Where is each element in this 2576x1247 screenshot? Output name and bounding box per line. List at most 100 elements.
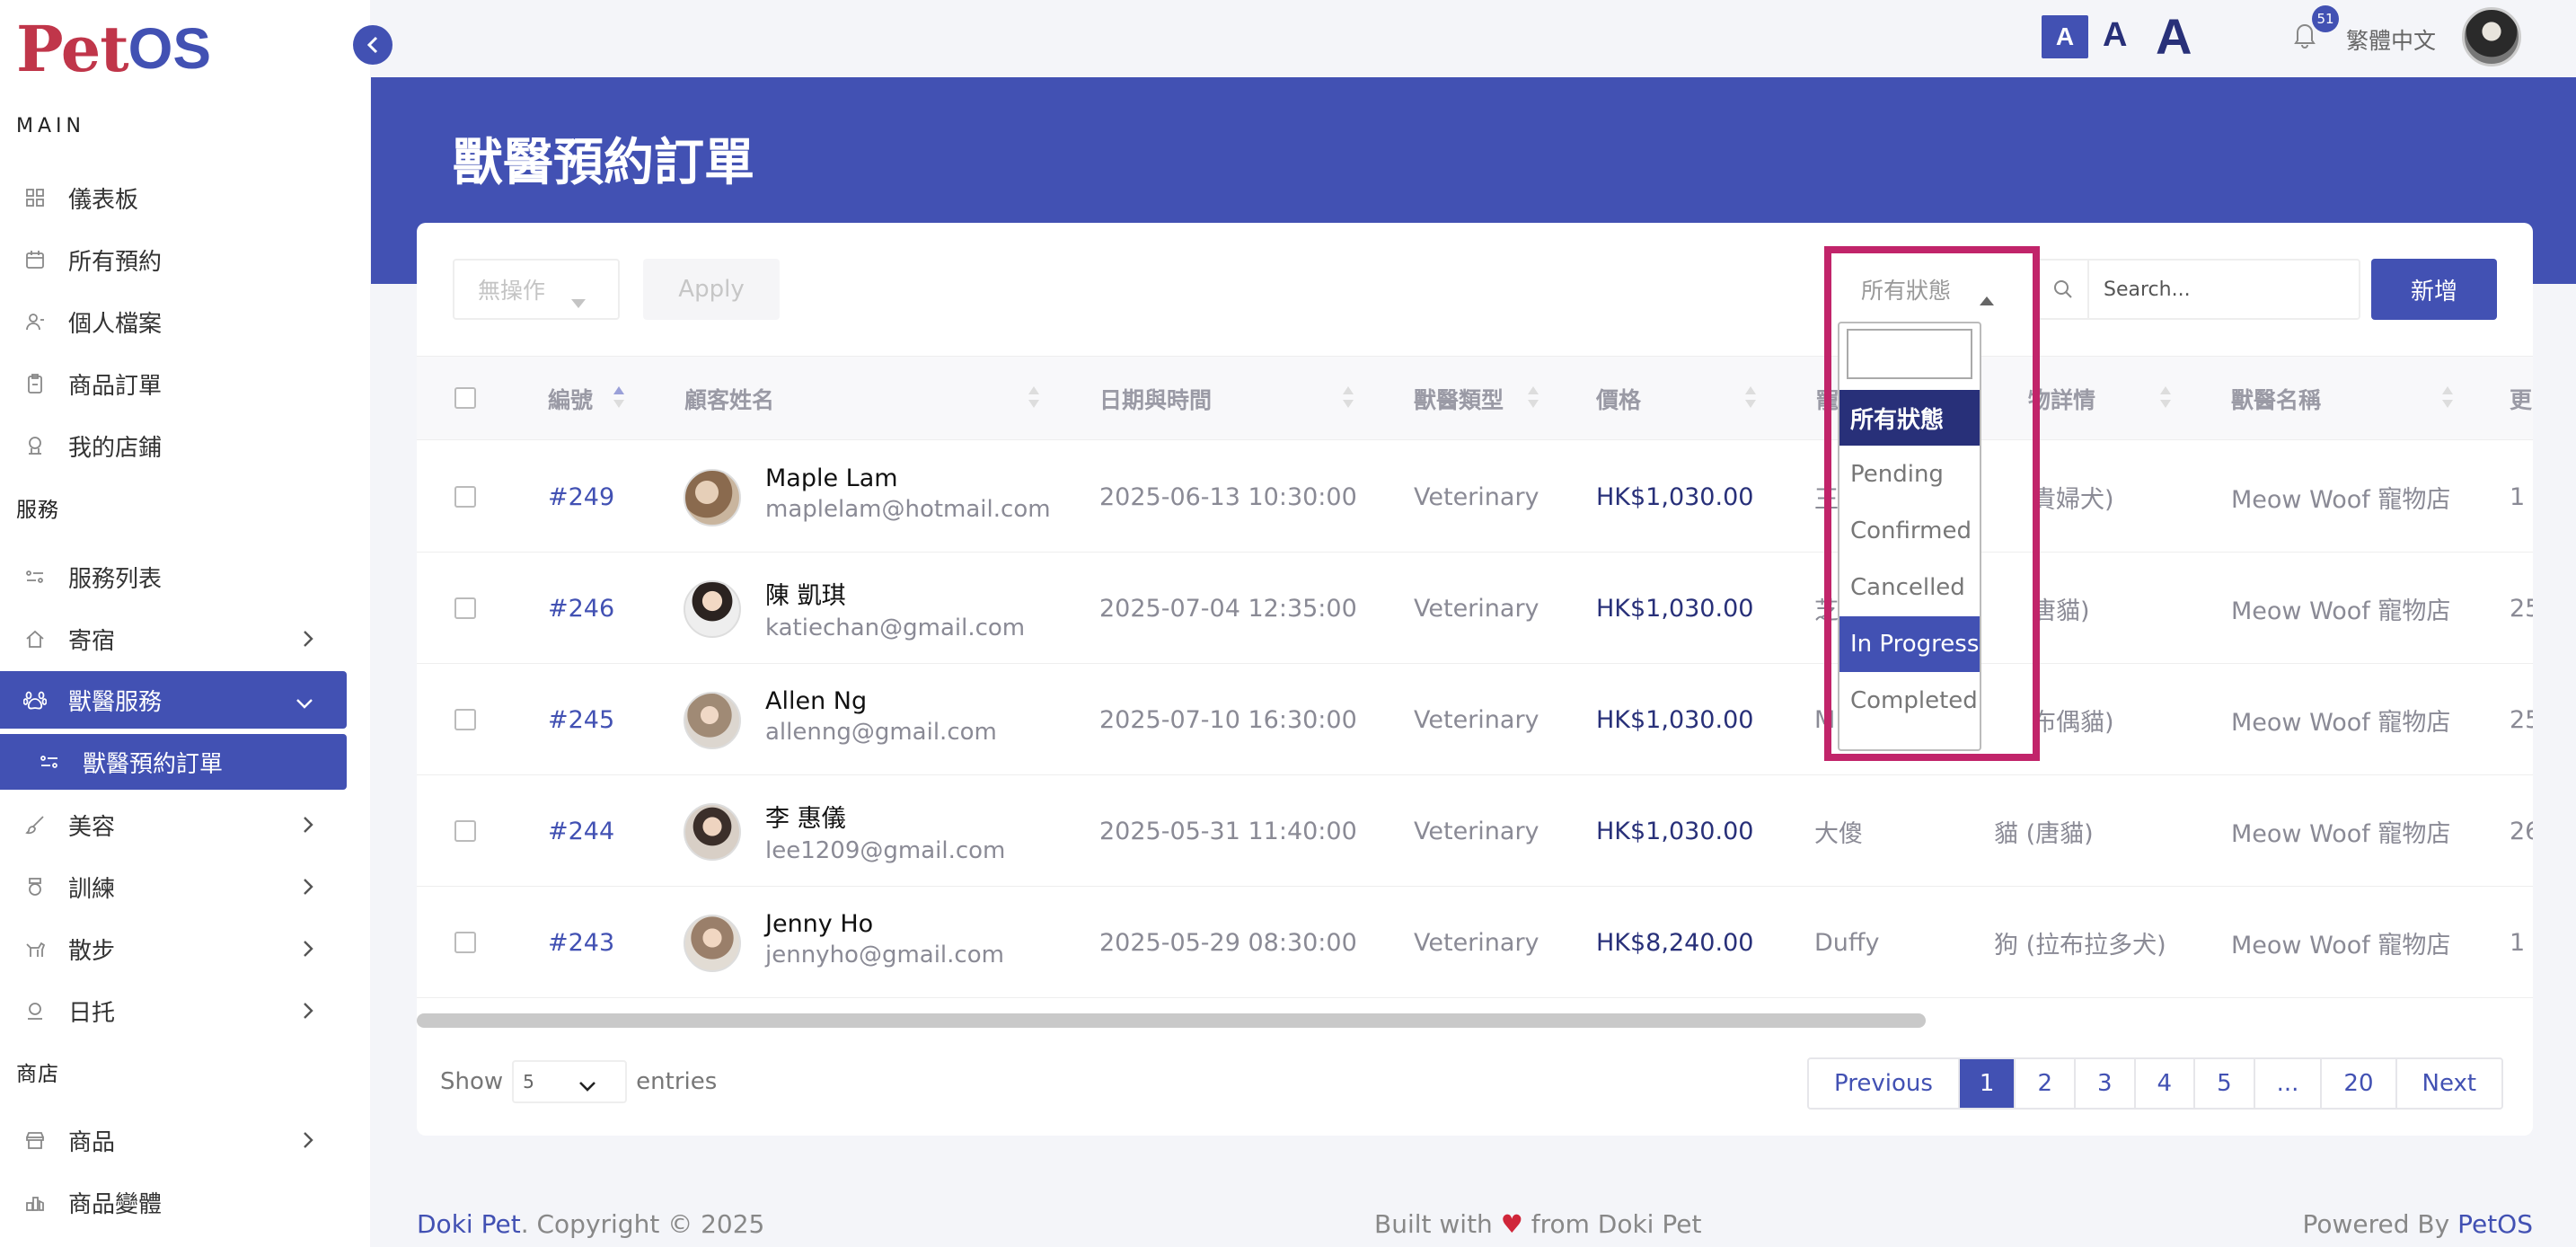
sidebar-item-daycare[interactable]: 日托 bbox=[0, 982, 347, 1039]
sidebar-item-training[interactable]: 訓練 bbox=[0, 858, 347, 915]
sort-icon[interactable] bbox=[1744, 385, 1757, 412]
select-all-checkbox[interactable] bbox=[454, 387, 476, 409]
datetime-cell: 2025-05-29 08:30:00 bbox=[1099, 928, 1357, 957]
bulk-action-value: 無操作 bbox=[478, 278, 546, 304]
order-id-link[interactable]: #249 bbox=[548, 441, 614, 553]
footer-powered-by: Powered By PetOS bbox=[2302, 1209, 2533, 1239]
sidebar-item-veterinary[interactable]: 獸醫服務 bbox=[0, 671, 347, 729]
column-header-pet[interactable]: 寵 bbox=[1816, 357, 1839, 441]
font-size-large-button[interactable]: A bbox=[2156, 7, 2192, 66]
sidebar-item-label: 獸醫預約訂單 bbox=[83, 750, 224, 778]
sidebar-item-walking[interactable]: 散步 bbox=[0, 920, 347, 977]
sidebar-toggle-button[interactable] bbox=[353, 25, 393, 65]
logo-pet: Pet bbox=[16, 11, 129, 86]
sidebar-item-boarding[interactable]: 寄宿 bbox=[0, 610, 347, 668]
column-header-vet-type[interactable]: 獸醫類型 bbox=[1414, 357, 1504, 441]
status-option-in-progress[interactable]: In Progress bbox=[1839, 616, 1980, 672]
status-filter-select[interactable]: 所有狀態 bbox=[1838, 259, 2033, 320]
order-id-link[interactable]: #246 bbox=[548, 553, 614, 664]
customer-info: Jenny Ho jennyho@gmail.com bbox=[765, 910, 1004, 968]
status-option-confirmed[interactable]: Confirmed bbox=[1839, 503, 1980, 559]
previous-page-button[interactable]: Previous bbox=[1809, 1059, 1960, 1108]
sort-icon[interactable] bbox=[2159, 385, 2172, 412]
sidebar-item-dashboard[interactable]: 儀表板 bbox=[0, 169, 347, 226]
row-checkbox[interactable] bbox=[454, 709, 476, 730]
sort-icon[interactable] bbox=[1028, 385, 1040, 412]
chevron-right-icon bbox=[302, 1129, 314, 1156]
status-option-completed[interactable]: Completed bbox=[1839, 673, 1980, 729]
sidebar-item-vet-appointment-orders[interactable]: 獸醫預約訂單 bbox=[0, 734, 347, 790]
next-page-button[interactable]: Next bbox=[2397, 1059, 2502, 1108]
apply-button[interactable]: Apply bbox=[643, 259, 780, 320]
row-checkbox[interactable] bbox=[454, 597, 476, 619]
page-button-3[interactable]: 3 bbox=[2076, 1059, 2136, 1108]
sidebar-item-all-bookings[interactable]: 所有預約 bbox=[0, 231, 347, 288]
sort-icon[interactable] bbox=[1527, 385, 1539, 412]
customer-info: Maple Lam maplelam@hotmail.com bbox=[765, 464, 1051, 523]
sidebar: Pet OS MAIN 儀表板 所有預約 個人檔案 商品訂單 我的店鋪 服務 服務… bbox=[0, 0, 370, 1247]
row-checkbox[interactable] bbox=[454, 486, 476, 508]
pet-details-cell: 狗 (拉布拉多犬) bbox=[1994, 931, 2166, 960]
datetime-cell: 2025-05-31 11:40:00 bbox=[1099, 817, 1357, 845]
row-checkbox[interactable] bbox=[454, 932, 476, 953]
sidebar-item-products[interactable]: 商品 bbox=[0, 1111, 347, 1169]
column-label: 獸醫名稱 bbox=[2231, 387, 2322, 413]
bulk-action-select[interactable]: 無操作 bbox=[453, 259, 620, 320]
status-option-all[interactable]: 所有狀態 bbox=[1839, 390, 1980, 446]
table-row[interactable]: #246 陳 凱琪 katiechan@gmail.com 2025-07-04 12… bbox=[417, 553, 2533, 664]
vet-type-cell: Veterinary bbox=[1414, 817, 1539, 845]
column-header-price[interactable]: 價格 bbox=[1596, 357, 1641, 441]
page-button-4[interactable]: 4 bbox=[2136, 1059, 2196, 1108]
font-size-small-button[interactable]: A bbox=[2042, 15, 2088, 58]
status-option-pending[interactable]: Pending bbox=[1839, 447, 1980, 502]
from-text: from Doki Pet bbox=[1531, 1209, 1702, 1239]
vet-name-cell: Meow Woof 寵物店 bbox=[2231, 708, 2451, 737]
sidebar-item-profile[interactable]: 個人檔案 bbox=[0, 293, 347, 350]
sidebar-item-product-orders[interactable]: 商品訂單 bbox=[0, 355, 347, 412]
column-header-customer[interactable]: 顧客姓名 bbox=[684, 357, 774, 441]
sort-asc-icon[interactable] bbox=[613, 385, 625, 412]
column-header-pet-details[interactable]: 物詳情 bbox=[2028, 357, 2095, 441]
page-button-20[interactable]: 20 bbox=[2322, 1059, 2397, 1108]
sidebar-item-my-shop[interactable]: 我的店鋪 bbox=[0, 417, 347, 474]
horizontal-scrollbar[interactable] bbox=[417, 1013, 1926, 1028]
more-cell: 1 r bbox=[2510, 482, 2533, 511]
sidebar-item-product-variants[interactable]: 商品變體 bbox=[0, 1173, 347, 1231]
language-selector[interactable]: 繁體中文 bbox=[2346, 23, 2436, 56]
entries-select[interactable]: 5 bbox=[512, 1060, 628, 1103]
customer-name: 陳 凱琪 bbox=[765, 582, 846, 610]
table-row[interactable]: #243 Jenny Ho jennyho@gmail.com 2025-05-29 … bbox=[417, 887, 2533, 998]
order-id-link[interactable]: #244 bbox=[548, 775, 614, 887]
status-dropdown-search[interactable] bbox=[1847, 329, 1972, 379]
search-input[interactable] bbox=[2091, 261, 2357, 318]
status-option-cancelled[interactable]: Cancelled bbox=[1839, 560, 1980, 615]
datetime-cell: 2025-07-10 16:30:00 bbox=[1099, 705, 1357, 734]
font-size-medium-button[interactable]: A bbox=[2103, 16, 2127, 55]
order-id-link[interactable]: #245 bbox=[548, 664, 614, 775]
user-avatar[interactable] bbox=[2462, 7, 2521, 66]
pet-details-cell: 貓 (唐貓) bbox=[1994, 819, 2094, 848]
row-checkbox[interactable] bbox=[454, 820, 476, 842]
column-header-id[interactable]: 編號 bbox=[548, 357, 593, 441]
sidebar-item-label: 商品變體 bbox=[68, 1190, 163, 1218]
table-row[interactable]: #245 Allen Ng allenng@gmail.com 2025-07-10 … bbox=[417, 664, 2533, 775]
footer-brand-link[interactable]: Doki Pet bbox=[417, 1209, 521, 1239]
sidebar-item-service-list[interactable]: 服務列表 bbox=[0, 548, 347, 606]
page-button-1[interactable]: 1 bbox=[1959, 1059, 2016, 1108]
table-row[interactable]: #244 李 惠儀 lee1209@gmail.com 2025-05-31 11:4… bbox=[417, 775, 2533, 887]
sort-icon[interactable] bbox=[2441, 385, 2454, 412]
petos-link[interactable]: PetOS bbox=[2457, 1209, 2533, 1239]
page-button-5[interactable]: 5 bbox=[2195, 1059, 2255, 1108]
sort-icon[interactable] bbox=[1342, 385, 1354, 412]
more-cell: 25 bbox=[2510, 705, 2533, 734]
order-id-link[interactable]: #243 bbox=[548, 887, 614, 998]
column-header-more[interactable]: 更 bbox=[2510, 357, 2532, 441]
column-header-datetime[interactable]: 日期與時間 bbox=[1099, 357, 1212, 441]
page-button-2[interactable]: 2 bbox=[2016, 1059, 2076, 1108]
datetime-cell: 2025-06-13 10:30:00 bbox=[1099, 482, 1357, 511]
sidebar-item-grooming[interactable]: 美容 bbox=[0, 796, 347, 853]
app-logo[interactable]: Pet OS bbox=[16, 11, 211, 86]
column-header-vet-name[interactable]: 獸醫名稱 bbox=[2231, 357, 2321, 441]
table-row[interactable]: #249 Maple Lam maplelam@hotmail.com 2025-06… bbox=[417, 441, 2533, 553]
add-button[interactable]: 新增 bbox=[2371, 259, 2497, 320]
